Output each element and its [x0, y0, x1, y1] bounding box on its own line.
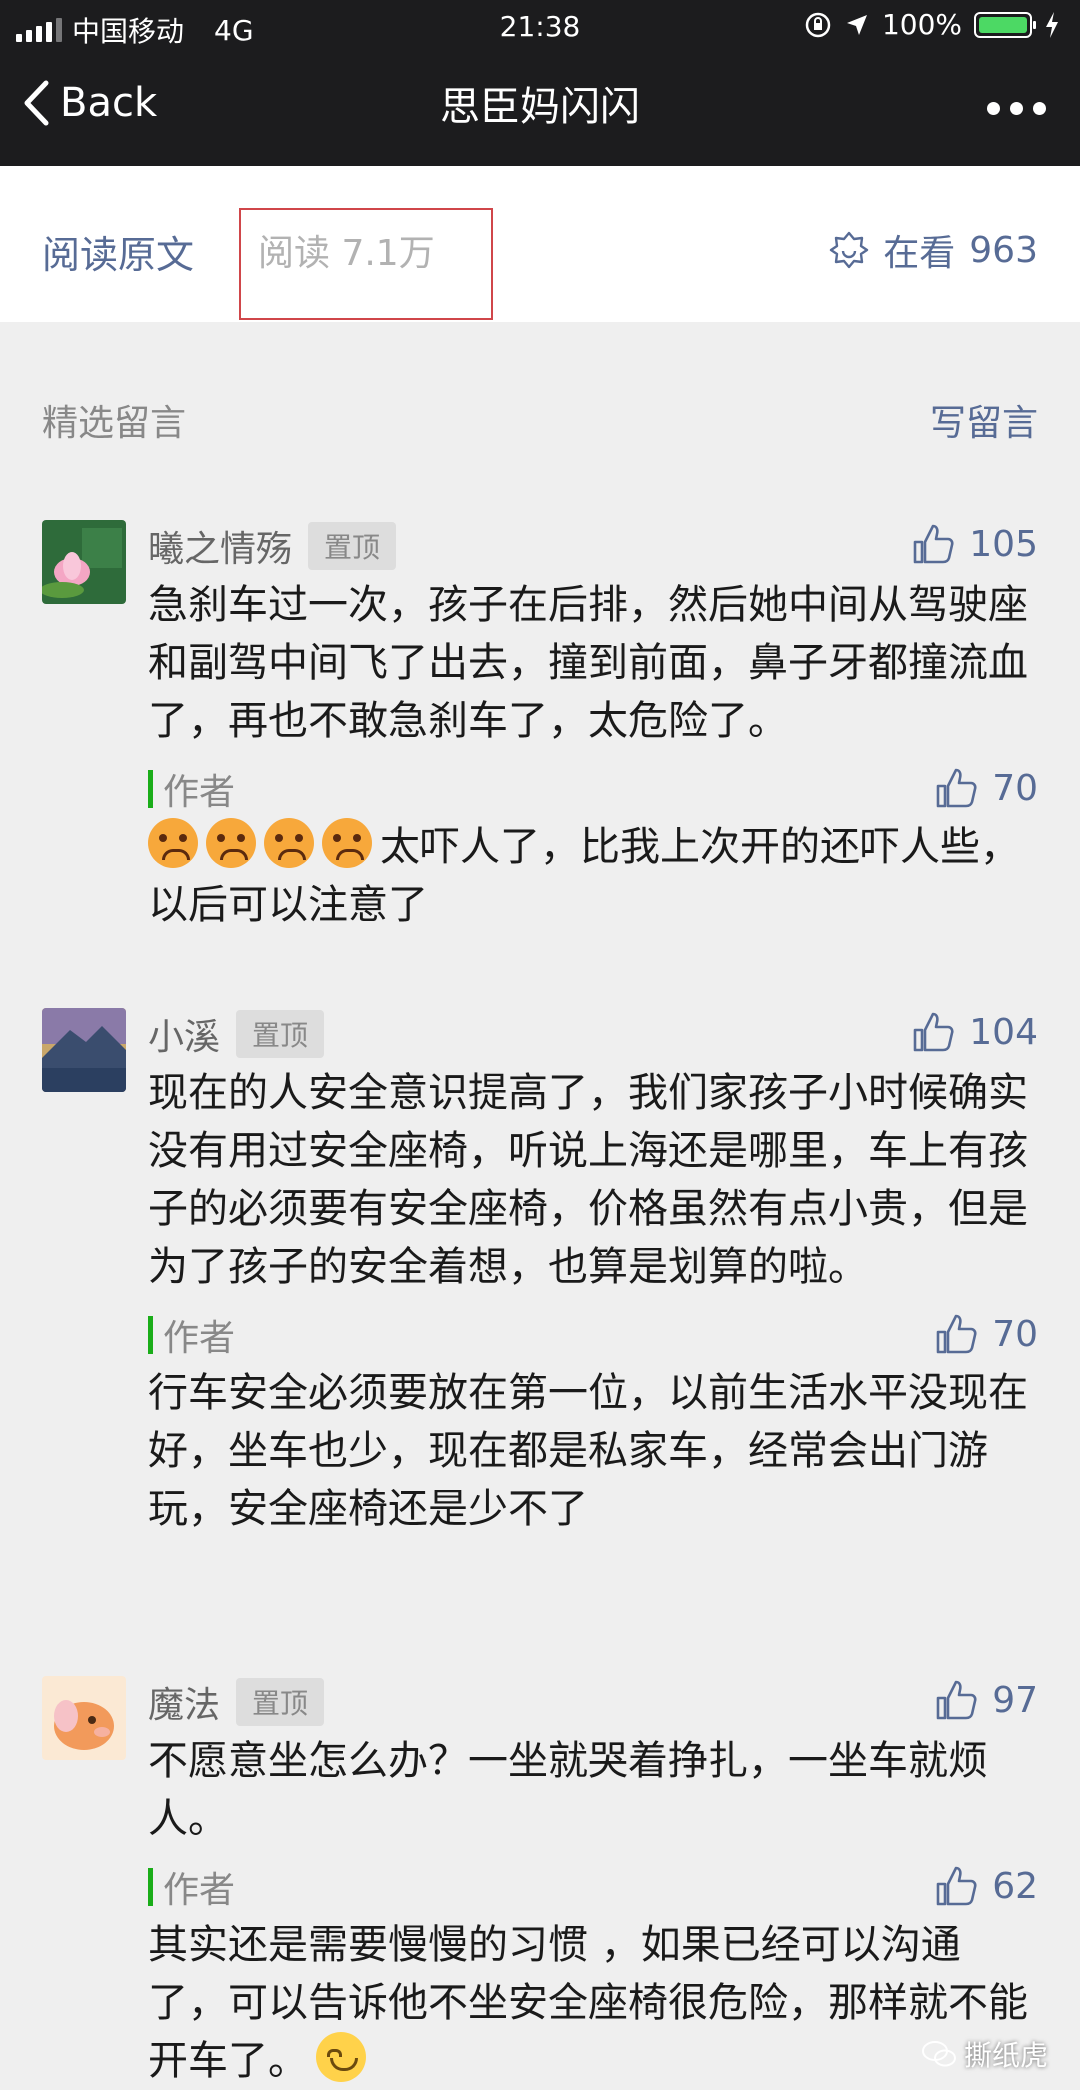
page-title: 思臣妈闪闪 [440, 84, 640, 130]
more-dots-icon [987, 102, 1000, 115]
rotation-lock-icon [805, 12, 831, 37]
pinned-badge: 置顶 [308, 522, 397, 570]
read-count: 阅读 7.1万 [258, 233, 435, 274]
pinned-badge: 置顶 [236, 1010, 325, 1058]
featured-comments-label: 精选留言 [42, 403, 187, 444]
battery-percent: 100% [881, 8, 962, 41]
watching-button[interactable]: 在看 963 [829, 224, 1038, 276]
comment-text: 现在的人安全意识提高了，我们家孩子小时候确实没有用过安全座椅，听说上海还是哪里，… [148, 1070, 1028, 1290]
thumbs-up-icon [936, 768, 977, 808]
author-label: 作者 [163, 1318, 236, 1359]
like-count: 105 [969, 523, 1038, 565]
watching-label: 在看 [883, 233, 956, 274]
watching-count: 963 [969, 229, 1038, 271]
comment-user: 曦之情殇 置顶 [148, 520, 1038, 572]
location-icon [846, 14, 867, 35]
reply-text: 太吓人了，比我上次开的还吓人些，以后可以注意了 [148, 818, 1038, 934]
top-bar: 中国移动 4G 21:38 100% Back 思臣妈闪闪 [0, 0, 1080, 166]
username[interactable]: 曦之情殇 [148, 520, 292, 572]
thumbs-up-icon [936, 1866, 977, 1906]
cartoon-pig-avatar-image [42, 1676, 126, 1760]
author-label-row: 作者 [148, 764, 1038, 814]
read-stats-bar: 阅读原文 阅读 7.1万 在看 963 [0, 166, 1080, 322]
more-button[interactable] [987, 102, 1046, 115]
angry-emoji-icon [322, 818, 372, 868]
like-button[interactable]: 97 [934, 1678, 1038, 1722]
lotus-avatar-image [42, 520, 126, 604]
reply-text: 其实还是需要慢慢的习惯 ，如果已经可以沟通了，可以告诉他不坐安全座椅很危险，那样… [148, 1916, 1038, 2090]
avatar[interactable] [42, 1008, 126, 1092]
author-label: 作者 [163, 1870, 236, 1911]
avatar[interactable] [42, 1676, 126, 1760]
read-original-link[interactable]: 阅读原文 [42, 224, 194, 279]
comment-text: 急刹车过一次，孩子在后排，然后她中间从驾驶座和副驾中间飞了出去，撞到前面，鼻子牙… [148, 582, 1028, 744]
reply-like-button[interactable]: 62 [934, 1864, 1038, 1908]
comments-header: 精选留言 写留言 [0, 384, 1080, 444]
smile-emoji-icon [316, 2032, 366, 2082]
wechat-icon [921, 2041, 956, 2067]
reply-like-count: 70 [992, 1313, 1038, 1355]
comment-text: 不愿意坐怎么办？一坐就哭着挣扎，一坐车就烦人。 [148, 1738, 988, 1842]
angry-emoji-icon [264, 818, 314, 868]
comment-body: 小溪 置顶 104 现在的人安全意识提高了，我们家孩子小时候确实没有用过安全座椅… [148, 1008, 1038, 1538]
like-button[interactable]: 104 [911, 1010, 1038, 1054]
author-label-row: 作者 [148, 1862, 1038, 1912]
avatar[interactable] [42, 520, 126, 604]
charging-icon [1046, 11, 1058, 38]
author-label: 作者 [163, 772, 236, 813]
battery-icon [974, 11, 1036, 38]
author-reply: 作者 70 太吓人了，比我上次开的还吓人些，以后可以注意了 [148, 764, 1038, 934]
watermark-text: 撕纸虎 [963, 2039, 1048, 2072]
reply-text: 行车安全必须要放在第一位，以前生活水平没现在好，坐车也少，现在都是私家车，经常会… [148, 1370, 1028, 1532]
reply-like-count: 70 [992, 767, 1038, 809]
author-bar [148, 1316, 153, 1354]
comment-user: 魔法 置顶 [148, 1676, 1038, 1728]
author-bar [148, 1868, 153, 1906]
reply-text-content: 其实还是需要慢慢的习惯 ，如果已经可以沟通了，可以告诉他不坐安全座椅很危险，那样… [148, 1922, 1028, 2084]
watching-icon [830, 231, 869, 269]
comment-body: 魔法 置顶 97 不愿意坐怎么办？一坐就哭着挣扎，一坐车就烦人。 作者 62 其… [148, 1676, 1038, 2090]
watermark: 撕纸虎 [921, 2034, 1048, 2074]
write-comment-button[interactable]: 写留言 [930, 394, 1038, 446]
author-bar [148, 770, 153, 808]
comment-user: 小溪 置顶 [148, 1008, 1038, 1060]
username[interactable]: 小溪 [148, 1008, 220, 1060]
author-label-row: 作者 [148, 1310, 1038, 1360]
like-count: 97 [992, 1679, 1038, 1721]
reply-like-count: 62 [992, 1865, 1038, 1907]
like-button[interactable]: 105 [911, 522, 1038, 566]
pinned-badge: 置顶 [236, 1678, 325, 1726]
username[interactable]: 魔法 [148, 1676, 220, 1728]
author-reply: 作者 62 其实还是需要慢慢的习惯 ，如果已经可以沟通了，可以告诉他不坐安全座椅… [148, 1862, 1038, 2090]
angry-emoji-icon [148, 818, 198, 868]
author-reply: 作者 70 行车安全必须要放在第一位，以前生活水平没现在好，坐车也少，现在都是私… [148, 1310, 1038, 1538]
nav-bar: Back 思臣妈闪闪 [0, 54, 1080, 166]
thumbs-up-icon [913, 1012, 954, 1052]
reply-like-button[interactable]: 70 [934, 766, 1038, 810]
like-count: 104 [969, 1011, 1038, 1053]
thumbs-up-icon [936, 1314, 977, 1354]
status-right: 100% [804, 8, 1060, 41]
status-bar: 中国移动 4G 21:38 100% [0, 0, 1080, 54]
mountain-avatar-image [42, 1008, 126, 1092]
thumbs-up-icon [936, 1680, 977, 1720]
thumbs-up-icon [913, 524, 954, 564]
angry-emoji-icon [206, 818, 256, 868]
comment-body: 曦之情殇 置顶 105 急刹车过一次，孩子在后排，然后她中间从驾驶座和副驾中间飞… [148, 520, 1038, 934]
reply-like-button[interactable]: 70 [934, 1312, 1038, 1356]
